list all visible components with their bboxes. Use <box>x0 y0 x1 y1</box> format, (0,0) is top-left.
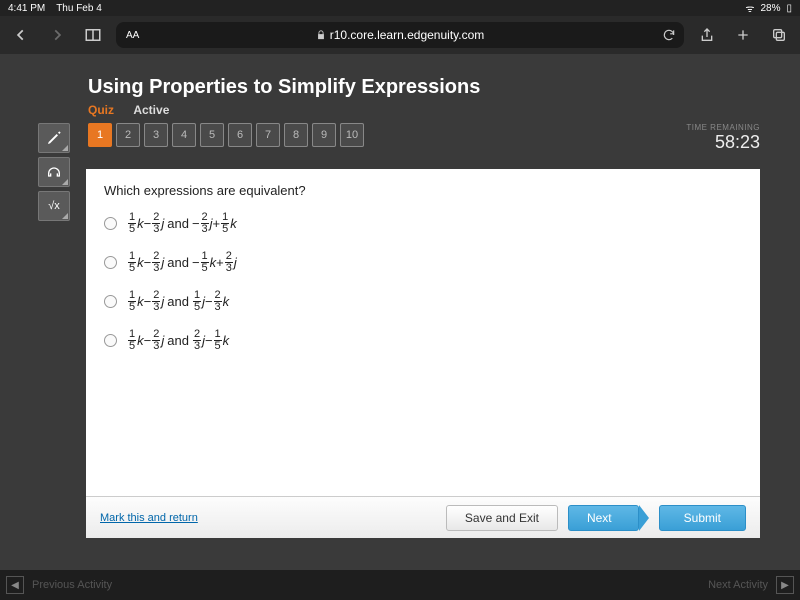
question-numbers: 1 2 3 4 5 6 7 8 9 10 <box>88 123 364 147</box>
submit-button[interactable]: Submit <box>659 505 746 531</box>
question-nav-3[interactable]: 3 <box>144 123 168 147</box>
radio-b[interactable] <box>104 256 117 269</box>
status-time: 4:41 PM <box>8 3 45 14</box>
option-a-text: 15k−23j and −23j+15k <box>127 212 237 235</box>
question-nav-6[interactable]: 6 <box>228 123 252 147</box>
reload-icon[interactable] <box>662 28 676 42</box>
statusbar-right: ᯤ 28% ▯ <box>745 1 792 15</box>
time-remaining-label: TIME REMAINING <box>686 123 760 132</box>
next-button[interactable]: Next <box>568 505 639 531</box>
share-icon[interactable] <box>694 22 720 48</box>
lesson-title: Using Properties to Simplify Expressions <box>88 76 800 99</box>
text-size-button[interactable]: AA <box>126 30 139 41</box>
forward-button[interactable] <box>44 22 70 48</box>
question-nav-8[interactable]: 8 <box>284 123 308 147</box>
status-date: Thu Feb 4 <box>56 3 102 14</box>
radio-c[interactable] <box>104 295 117 308</box>
question-nav-10[interactable]: 10 <box>340 123 364 147</box>
side-tools: √x <box>38 123 76 225</box>
pencil-tool[interactable] <box>38 123 70 153</box>
next-activity-label[interactable]: Next Activity <box>708 579 768 591</box>
question-nav-1[interactable]: 1 <box>88 123 112 147</box>
save-exit-button[interactable]: Save and Exit <box>446 505 558 531</box>
option-b[interactable]: 15k−23j and −15k+23j <box>104 251 742 274</box>
next-activity-arrow[interactable]: ▶ <box>776 576 794 594</box>
question-nav-9[interactable]: 9 <box>312 123 336 147</box>
option-d-text: 15k−23j and 23j−15k <box>127 329 229 352</box>
battery-icon: ▯ <box>786 3 792 14</box>
option-c-text: 15k−23j and 15j−23k <box>127 290 229 313</box>
back-button[interactable] <box>8 22 34 48</box>
question-nav-5[interactable]: 5 <box>200 123 224 147</box>
lesson-subtitle: Quiz Active <box>88 103 800 117</box>
question-nav-7[interactable]: 7 <box>256 123 280 147</box>
lesson-type-label: Quiz <box>88 103 114 117</box>
wifi-icon: ᯤ <box>745 1 754 15</box>
page-content: Using Properties to Simplify Expressions… <box>0 54 800 600</box>
new-tab-icon[interactable] <box>730 22 756 48</box>
url-host: r10.core.learn.edgenuity.com <box>330 28 485 42</box>
activity-bottombar: ◀ Previous Activity Next Activity ▶ <box>0 570 800 600</box>
battery-text: 28% <box>760 3 780 14</box>
browser-navbar: AA r10.core.learn.edgenuity.com <box>0 16 800 54</box>
prev-activity-label[interactable]: Previous Activity <box>32 579 112 591</box>
time-remaining-value: 58:23 <box>686 132 760 153</box>
tabs-icon[interactable] <box>766 22 792 48</box>
url-bar[interactable]: AA r10.core.learn.edgenuity.com <box>116 22 684 48</box>
calculator-tool[interactable]: √x <box>38 191 70 221</box>
option-b-text: 15k−23j and −15k+23j <box>127 251 237 274</box>
radio-a[interactable] <box>104 217 117 230</box>
time-remaining: TIME REMAINING 58:23 <box>686 123 760 153</box>
question-nav-2[interactable]: 2 <box>116 123 140 147</box>
question-prompt: Which expressions are equivalent? <box>104 183 742 198</box>
lesson-status-label: Active <box>133 103 169 117</box>
audio-tool[interactable] <box>38 157 70 187</box>
quiz-body: Which expressions are equivalent? 15k−23… <box>86 169 760 496</box>
quiz-panel: Which expressions are equivalent? 15k−23… <box>86 169 760 538</box>
prev-activity-arrow[interactable]: ◀ <box>6 576 24 594</box>
radio-d[interactable] <box>104 334 117 347</box>
mark-return-link[interactable]: Mark this and return <box>100 512 198 524</box>
quiz-footer: Mark this and return Save and Exit Next … <box>86 496 760 538</box>
option-d[interactable]: 15k−23j and 23j−15k <box>104 329 742 352</box>
lock-icon <box>316 30 326 40</box>
question-nav-4[interactable]: 4 <box>172 123 196 147</box>
option-c[interactable]: 15k−23j and 15j−23k <box>104 290 742 313</box>
ipad-statusbar: 4:41 PM Thu Feb 4 ᯤ 28% ▯ <box>0 0 800 16</box>
statusbar-left: 4:41 PM Thu Feb 4 <box>8 3 102 14</box>
bookmarks-icon[interactable] <box>80 22 106 48</box>
option-a[interactable]: 15k−23j and −23j+15k <box>104 212 742 235</box>
